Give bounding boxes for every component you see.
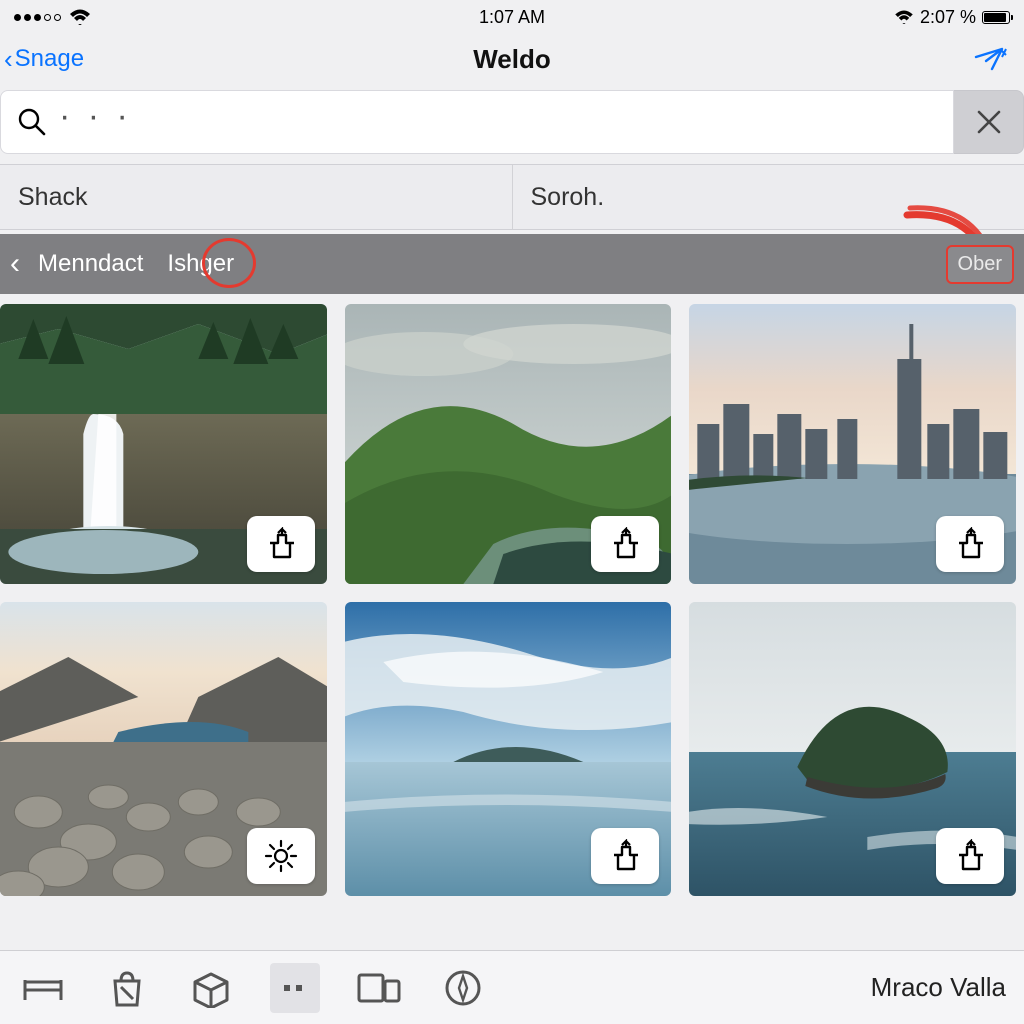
clear-search-button[interactable] [954, 90, 1024, 154]
share-icon [953, 839, 987, 873]
tile-calm-sea[interactable] [345, 602, 672, 896]
segment-control: Shack Soroh. [0, 164, 1024, 230]
chevron-left-icon[interactable]: ‹ [10, 247, 26, 281]
tile-action-button[interactable] [936, 828, 1004, 884]
search-input[interactable]: · · · [0, 90, 954, 154]
toolbar-compass-button[interactable] [438, 963, 488, 1013]
breadcrumb-bar: ‹ Menndact Ishger Ober [0, 234, 1024, 294]
status-right: 2:07 % [678, 7, 1010, 28]
tile-action-button[interactable] [591, 516, 659, 572]
share-icon [608, 839, 642, 873]
close-icon [973, 106, 1005, 138]
nav-action-button[interactable] [507, 43, 1010, 75]
wifi-icon [894, 10, 914, 24]
share-icon [953, 527, 987, 561]
tile-action-button[interactable] [247, 516, 315, 572]
search-row: · · · [0, 90, 1024, 154]
wifi-icon [69, 9, 91, 25]
breadcrumb-ober-button[interactable]: Ober [946, 245, 1014, 284]
chevron-left-icon: ‹ [4, 46, 13, 72]
segment-label: Soroh. [531, 183, 605, 212]
segment-soroh[interactable]: Soroh. [513, 165, 1024, 229]
bed-icon [21, 970, 65, 1006]
toolbar-more-button[interactable] [270, 963, 320, 1013]
tile-rocky-lake[interactable] [0, 602, 327, 896]
bag-icon [107, 967, 147, 1009]
share-icon [608, 527, 642, 561]
tile-waterfall[interactable] [0, 304, 327, 584]
tile-hills[interactable] [345, 304, 672, 584]
breadcrumb-menndact[interactable]: Menndact [26, 246, 155, 282]
status-time: 1:07 AM [346, 7, 678, 28]
toolbar-box-button[interactable] [186, 963, 236, 1013]
back-label: Snage [15, 45, 84, 73]
bottom-toolbar: Mraco Valla [0, 950, 1024, 1024]
status-bar: 1:07 AM 2:07 % [0, 0, 1024, 34]
toolbar-devices-button[interactable] [354, 963, 404, 1013]
segment-shack[interactable]: Shack [0, 165, 513, 229]
sun-icon [263, 838, 299, 874]
tile-action-button[interactable] [936, 516, 1004, 572]
toolbar-bag-button[interactable] [102, 963, 152, 1013]
back-button[interactable]: ‹ Snage [0, 45, 507, 73]
box-icon [189, 968, 233, 1008]
signal-dots-icon [14, 14, 61, 21]
tile-action-button[interactable] [591, 828, 659, 884]
status-left [14, 9, 346, 25]
toolbar-furniture-button[interactable] [18, 963, 68, 1013]
devices-icon [355, 969, 403, 1007]
compass-icon [443, 968, 483, 1008]
photo-grid [0, 294, 1024, 906]
share-plane-icon [972, 43, 1010, 75]
toolbar-user-label[interactable]: Mraco Valla [871, 972, 1006, 1003]
battery-text: 2:07 % [920, 7, 976, 28]
search-icon [17, 107, 47, 137]
tile-skyline[interactable] [689, 304, 1016, 584]
share-icon [264, 527, 298, 561]
tile-island[interactable] [689, 602, 1016, 896]
breadcrumb-ishger[interactable]: Ishger [155, 246, 246, 282]
battery-icon [982, 11, 1010, 24]
nav-bar: ‹ Snage Weldo [0, 34, 1024, 90]
more-icon [280, 981, 310, 995]
segment-label: Shack [18, 183, 87, 212]
tile-action-button[interactable] [247, 828, 315, 884]
